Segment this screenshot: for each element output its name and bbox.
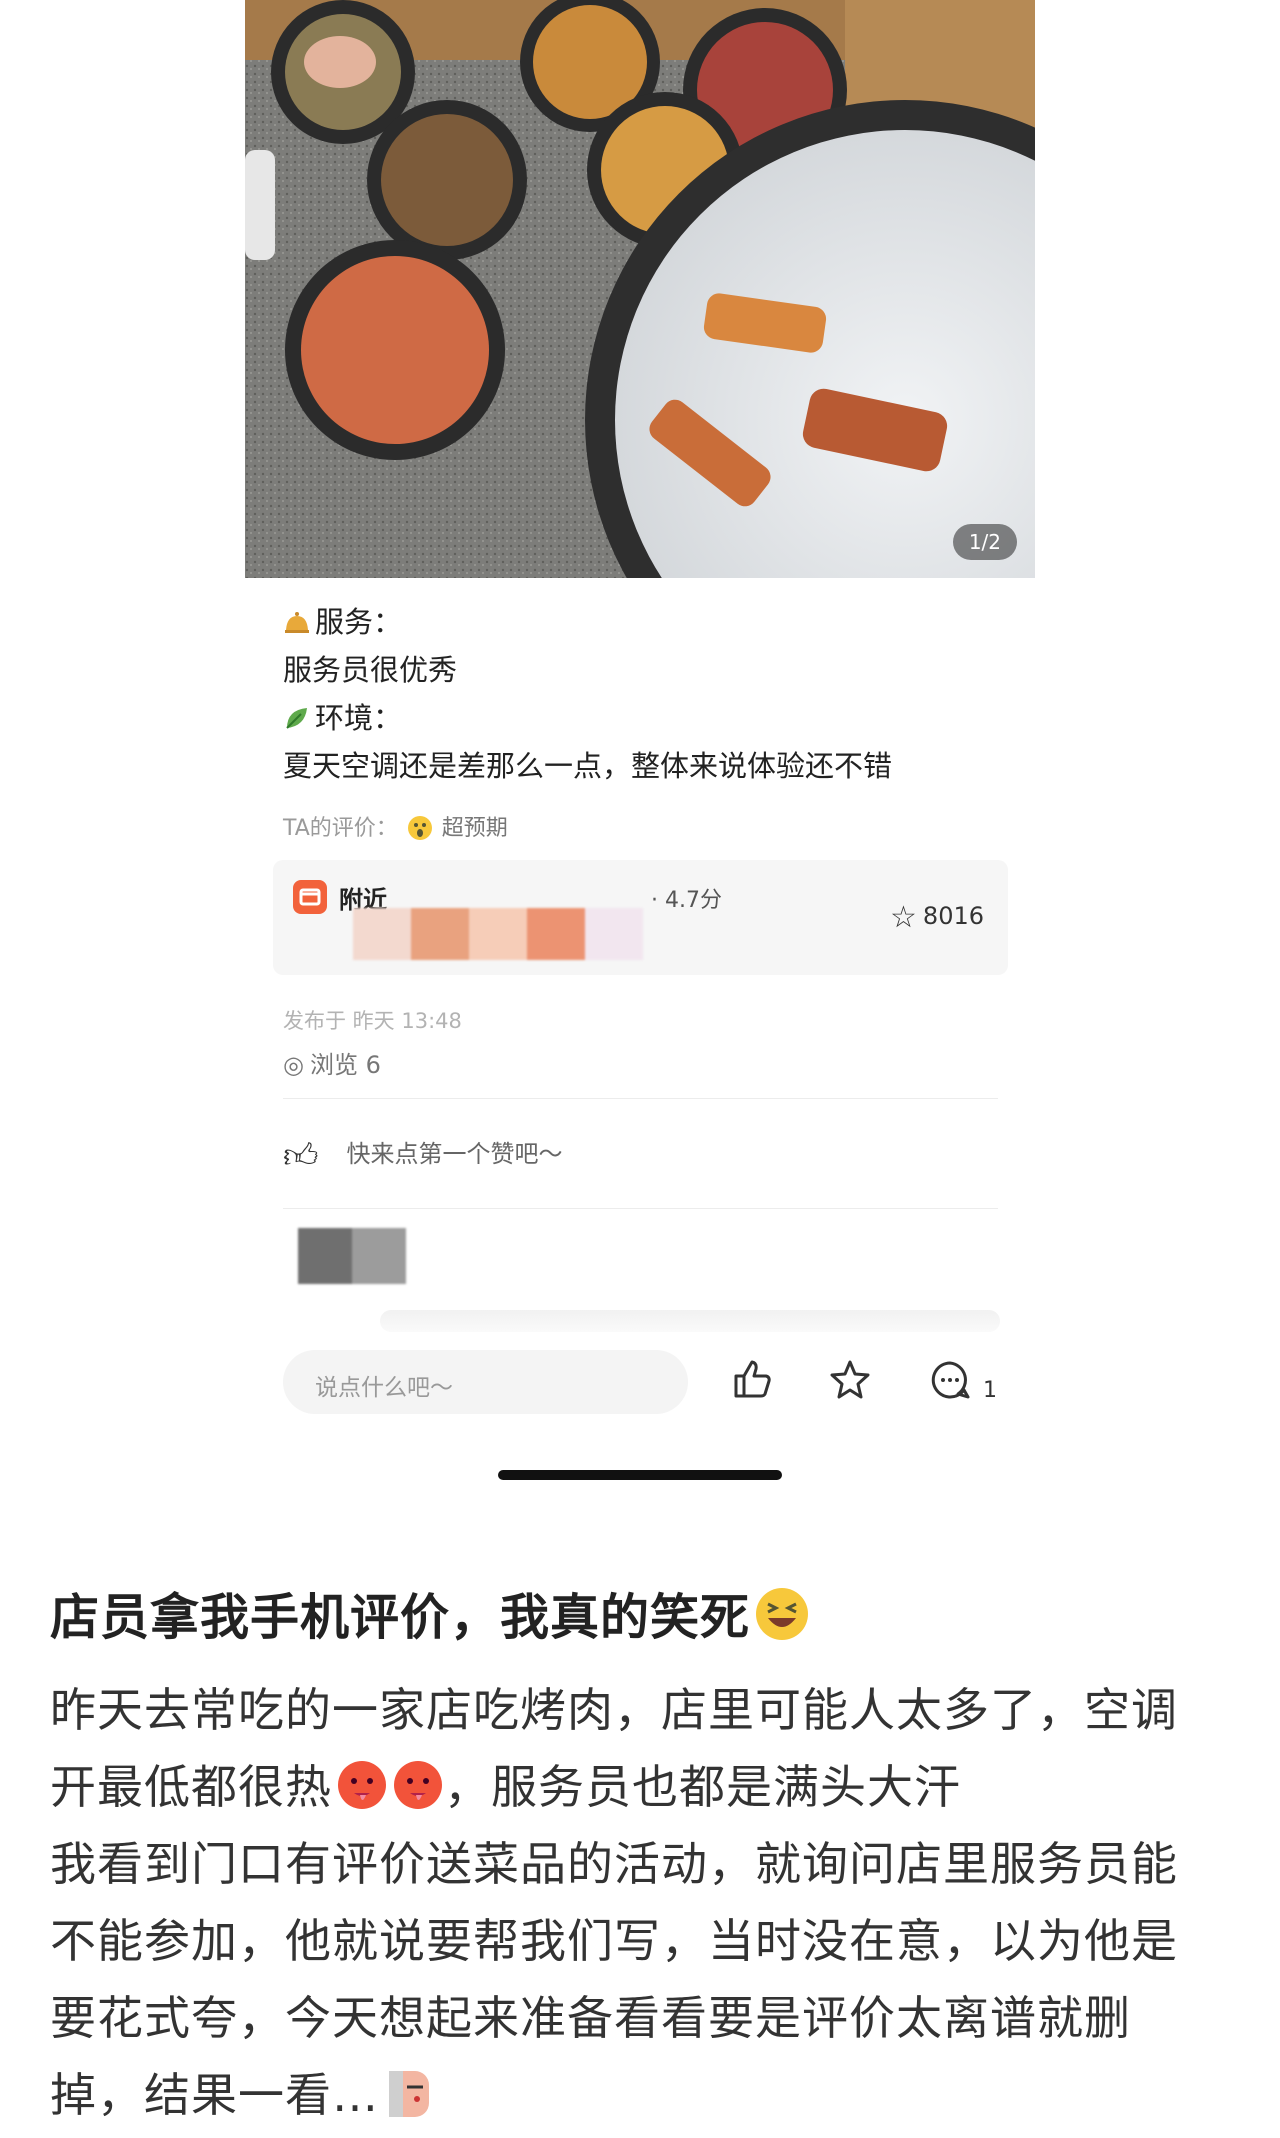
thumbs-up-icon: 👍︎: [283, 1136, 319, 1176]
comment-preview-faded: [380, 1310, 1000, 1332]
favorite-count: 8016: [922, 902, 984, 930]
service-text: 服务员很优秀: [283, 653, 458, 687]
post-line-text: ，服务员也都是满头大汗: [444, 1760, 961, 1814]
post-title-text: 店员拿我手机评价，我真的笑死: [50, 1589, 751, 1646]
ta-rating: TA的评价： 超预期: [283, 810, 508, 842]
view-count: ◎ 浏览 6: [283, 1045, 381, 1080]
post-line: 开最低都很热 ，服务员也都是满头大汗: [50, 1749, 1250, 1826]
comment-input[interactable]: 说点什么吧～: [283, 1350, 688, 1414]
ta-rating-value: 超预期: [441, 816, 508, 841]
like-button[interactable]: [730, 1358, 774, 1412]
post-line: 不能参加，他就说要帮我们写，当时没在意，以为他是: [50, 1914, 1178, 1968]
home-indicator[interactable]: [498, 1470, 782, 1480]
shop-logo-icon: [293, 880, 327, 914]
review-content: 服务： 服务员很优秀 环境： 夏天空调还是差那么一点，整体来说体验还不错: [283, 598, 1003, 790]
sly-face-icon: [389, 2071, 429, 2117]
post-title: 店员拿我手机评价，我真的笑死: [50, 1578, 810, 1649]
divider: [283, 1208, 998, 1209]
published-time: 发布于 昨天 13:48: [283, 1009, 462, 1033]
thumbs-up-icon: [734, 1360, 771, 1398]
image-page-counter: 1/2: [952, 524, 1017, 560]
star-icon: ☆: [890, 900, 917, 935]
commenter-avatar-censored: [298, 1228, 406, 1284]
shop-score: · 4.7分: [651, 888, 722, 913]
food-photo[interactable]: 1/2: [245, 0, 1035, 578]
shop-card[interactable]: 附近 · 4.7分 ☆ 8016: [273, 860, 1008, 975]
post-line: 掉，结果一看…: [50, 2057, 1250, 2134]
post-body: 昨天去常吃的一家店吃烤肉，店里可能人太多了，空调 开最低都很热 ，服务员也都是满头…: [50, 1672, 1250, 2134]
post-line: 我看到门口有评价送菜品的活动，就询问店里服务员能: [50, 1837, 1178, 1891]
bell-icon: [285, 612, 309, 633]
laughing-face-icon: [756, 1588, 809, 1640]
comment-input-placeholder: 说点什么吧～: [315, 1375, 453, 1401]
hot-face-icon: [394, 1761, 442, 1809]
favorite-star-button[interactable]: [828, 1358, 872, 1412]
comment-button[interactable]: [928, 1358, 972, 1412]
comment-count: 1: [983, 1378, 997, 1403]
post-line: 要花式夸，今天想起来准备看看要是评价太离谱就删: [50, 1991, 1131, 2045]
divider: [283, 1098, 998, 1099]
view-count-label: 浏览 6: [309, 1051, 381, 1079]
surprised-face-icon: [407, 816, 432, 840]
shop-name-censored: [353, 908, 643, 960]
hot-face-icon: [338, 1761, 386, 1809]
comment-icon: [931, 1361, 970, 1399]
like-hint-text: 快来点第一个赞吧～: [346, 1140, 563, 1168]
eye-icon: ◎: [283, 1051, 304, 1079]
post-line: 昨天去常吃的一家店吃烤肉，店里可能人太多了，空调: [50, 1683, 1178, 1737]
like-prompt[interactable]: 👍︎ 快来点第一个赞吧～: [283, 1134, 563, 1177]
leaf-icon: [286, 708, 307, 729]
environment-heading: 环境：: [283, 694, 1003, 742]
environment-text: 夏天空调还是差那么一点，整体来说体验还不错: [283, 749, 893, 783]
ta-rating-label: TA的评价：: [283, 816, 398, 841]
post-line-text: 开最低都很热: [50, 1760, 332, 1814]
service-heading: 服务：: [283, 598, 1003, 646]
post-line-text: 掉，结果一看…: [50, 2068, 379, 2122]
favorite-button[interactable]: ☆ 8016: [890, 900, 984, 935]
star-icon: [830, 1360, 870, 1399]
